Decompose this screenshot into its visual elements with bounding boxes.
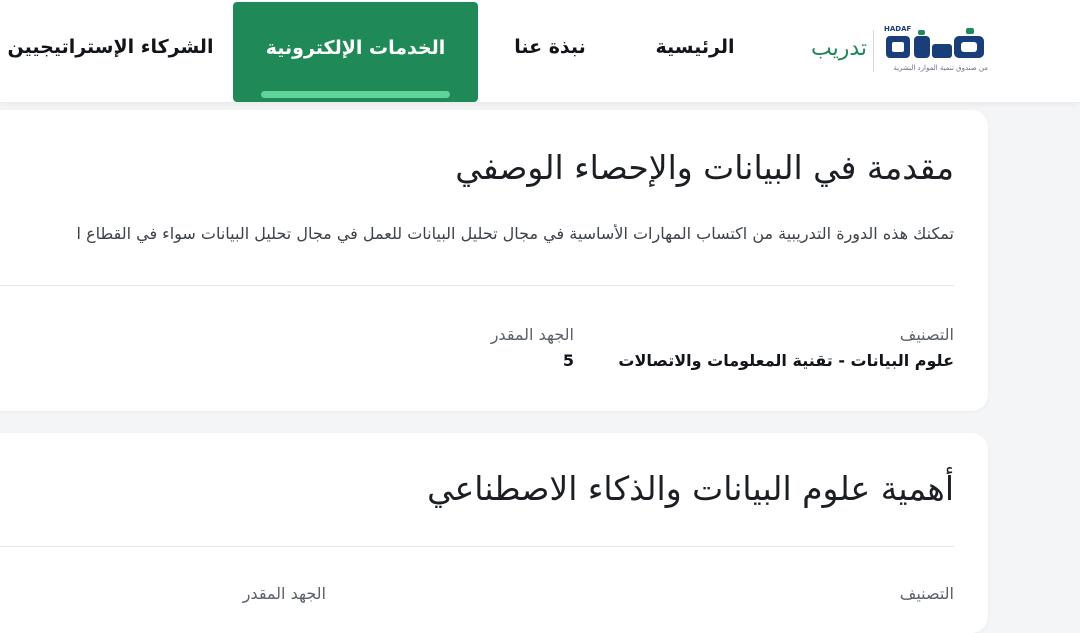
brand-name[interactable]: تدريب — [811, 36, 867, 61]
classification-label: التصنيف — [899, 584, 954, 603]
nav-about-label: نبذة عنا — [514, 36, 586, 58]
course-description: تمكنك هذه الدورة التدريبية من اكتساب الم… — [76, 224, 954, 243]
top-navigation-bar: HADAF من صندوق تنمية الموارد البشرية تدر… — [0, 0, 1080, 102]
card-divider — [0, 546, 954, 547]
course-title[interactable]: مقدمة في البيانات والإحصاء الوصفي — [455, 148, 954, 187]
card-divider — [0, 285, 954, 286]
effort-value: 5 — [562, 351, 574, 370]
nav-home-label: الرئيسية — [655, 36, 735, 58]
course-title[interactable]: أهمية علوم البيانات والذكاء الاصطناعي — [427, 469, 954, 508]
classification-label: التصنيف — [899, 325, 954, 344]
classification-value: علوم البيانات - تقنية المعلومات والاتصال… — [618, 351, 954, 370]
effort-label: الجهد المقدر — [242, 584, 326, 603]
nav-e-services-label: الخدمات الإلكترونية — [265, 37, 446, 59]
logo-latin-text: HADAF — [884, 25, 912, 33]
effort-label: الجهد المقدر — [490, 325, 574, 344]
nav-strategic-partners[interactable]: الشركاء الإستراتيجيين — [7, 0, 214, 102]
nav-strategic-partners-label: الشركاء الإستراتيجيين — [7, 36, 214, 58]
logo-divider — [873, 30, 874, 72]
nav-e-services[interactable]: الخدمات الإلكترونية — [233, 2, 478, 102]
nav-active-indicator — [261, 91, 450, 98]
course-card[interactable]: مقدمة في البيانات والإحصاء الوصفي تمكنك … — [0, 110, 988, 411]
nav-about[interactable]: نبذة عنا — [500, 0, 600, 102]
hadaf-logo-mark: HADAF — [884, 25, 984, 58]
nav-home[interactable]: الرئيسية — [640, 0, 750, 102]
logo-caption: من صندوق تنمية الموارد البشرية — [893, 64, 988, 72]
course-card[interactable]: أهمية علوم البيانات والذكاء الاصطناعي ال… — [0, 433, 988, 633]
